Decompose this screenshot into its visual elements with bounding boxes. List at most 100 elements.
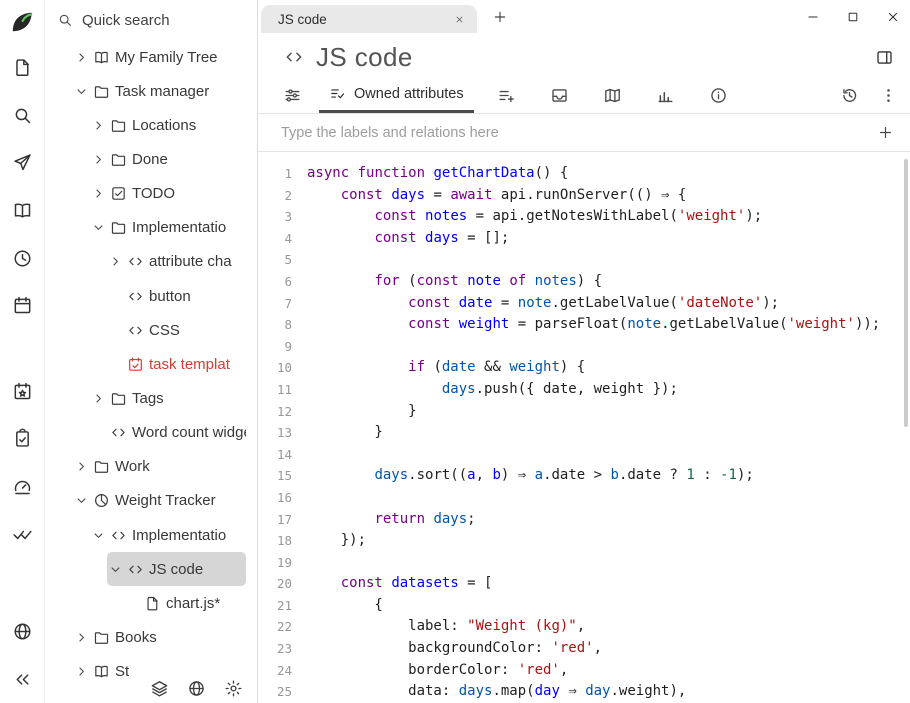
tree-item-chart-js[interactable]: chart.js* [45,586,257,620]
chevron-right-icon[interactable] [90,152,107,167]
quick-search[interactable]: Quick search [45,0,257,40]
note-title[interactable]: JS code [316,42,875,73]
new-note-icon[interactable] [0,44,45,92]
history-icon[interactable] [840,86,859,105]
tree-item-task-templat[interactable]: task templat [45,347,257,381]
tree-item-label: attribute cha [146,253,232,270]
note-header: JS code [258,33,910,77]
tree-item-word-count-widge[interactable]: Word count widge [45,416,257,450]
chevron-right-icon[interactable] [73,50,90,65]
code-icon [124,253,146,270]
chevron-down-icon[interactable] [90,528,107,543]
code-line: { [307,595,910,617]
tree-item-tags[interactable]: Tags [45,381,257,415]
layers-icon[interactable] [150,679,169,698]
list-plus-icon[interactable] [480,77,533,113]
note-tree: My Family TreeTask managerLocationsDoneT… [45,40,257,703]
code-line: return days; [307,509,910,531]
line-number: 24 [258,660,292,682]
map-icon[interactable] [586,77,639,113]
tree-item-todo[interactable]: TODO [45,177,257,211]
ribbon-right-icons [840,77,900,113]
chevron-right-icon[interactable] [90,391,107,406]
chevron-down-icon[interactable] [73,84,90,99]
tree-item-done[interactable]: Done [45,142,257,176]
logo-icon[interactable] [0,0,45,44]
dashboard-icon[interactable] [0,463,45,511]
window-controls [806,0,900,33]
toggle-right-pane-icon[interactable] [875,48,898,67]
tree-item-label: Word count widge [129,424,246,441]
ribbon-tab-owned-attributes[interactable]: Owned attributes [319,77,474,113]
line-number: 5 [258,249,292,271]
code-icon [107,424,129,441]
send-plane-icon[interactable] [0,139,45,187]
code-line: } [307,422,910,444]
code-icon [107,527,129,544]
tree-item-implementatio[interactable]: Implementatio [45,518,257,552]
kebab-icon[interactable] [879,86,898,105]
tree-item-locations[interactable]: Locations [45,108,257,142]
tree-item-my-family-tree[interactable]: My Family Tree [45,40,257,74]
book-open-icon [90,49,112,66]
chevron-right-icon[interactable] [107,254,124,269]
recent-changes-icon[interactable] [0,234,45,282]
bar-chart-icon[interactable] [639,77,692,113]
clipboard-check-icon[interactable] [0,415,45,463]
window-minimize-button[interactable] [806,10,820,24]
globe-icon[interactable] [187,679,206,698]
tab-close-icon[interactable] [454,14,465,25]
editor-scrollbar[interactable] [904,159,908,427]
info-icon[interactable] [692,77,745,113]
window-close-button[interactable] [886,10,900,24]
code-line: data: days.map(day ⇒ day.weight), [307,681,910,703]
calendar-star-icon[interactable] [0,368,45,416]
line-number: 2 [258,185,292,207]
line-number: 22 [258,616,292,638]
folder-icon [90,458,112,475]
folder-icon [90,629,112,646]
tree-item-label: St [112,663,129,680]
add-attribute-button[interactable] [877,124,894,141]
globe-icon[interactable] [0,608,45,656]
tree-item-task-manager[interactable]: Task manager [45,74,257,108]
chevron-down-icon[interactable] [73,493,90,508]
double-check-icon[interactable] [0,510,45,558]
attribute-placeholder: Type the labels and relations here [281,125,877,141]
tab-js-code[interactable]: JS code [261,5,477,33]
chevron-down-icon[interactable] [90,220,107,235]
tree-item-attribute-cha[interactable]: attribute cha [45,245,257,279]
line-number: 10 [258,357,292,379]
tree-item-js-code[interactable]: JS code [45,552,257,586]
tree-item-work[interactable]: Work [45,450,257,484]
code-line: } [307,401,910,423]
chevron-right-icon[interactable] [73,459,90,474]
inbox-icon[interactable] [533,77,586,113]
book-open-icon[interactable] [0,187,45,235]
code-icon [284,47,304,67]
code-editor[interactable]: 1234567891011121314151617181920212223242… [258,152,910,703]
search-icon[interactable] [0,92,45,140]
line-number: 11 [258,379,292,401]
tree-item-label: Locations [129,117,196,134]
chevron-right-icon[interactable] [90,118,107,133]
tree-item-weight-tracker[interactable]: Weight Tracker [45,484,257,518]
chevron-right-icon[interactable] [73,664,90,679]
search-icon [57,12,73,28]
chevron-right-icon[interactable] [73,630,90,645]
gear-icon[interactable] [224,679,243,698]
tree-item-implementatio[interactable]: Implementatio [45,211,257,245]
collapse-left-icon[interactable] [0,655,45,703]
tree-item-books[interactable]: Books [45,620,257,654]
basic-properties-icon[interactable] [266,77,319,113]
code-line: if (date && weight) { [307,357,910,379]
tree-item-label: Implementatio [129,219,226,236]
chevron-down-icon[interactable] [107,562,124,577]
tree-item-button[interactable]: button [45,279,257,313]
new-tab-button[interactable] [492,9,508,25]
attribute-editor[interactable]: Type the labels and relations here [258,114,910,152]
calendar-icon[interactable] [0,282,45,330]
tree-item-css[interactable]: CSS [45,313,257,347]
chevron-right-icon[interactable] [90,186,107,201]
window-maximize-button[interactable] [846,10,860,24]
